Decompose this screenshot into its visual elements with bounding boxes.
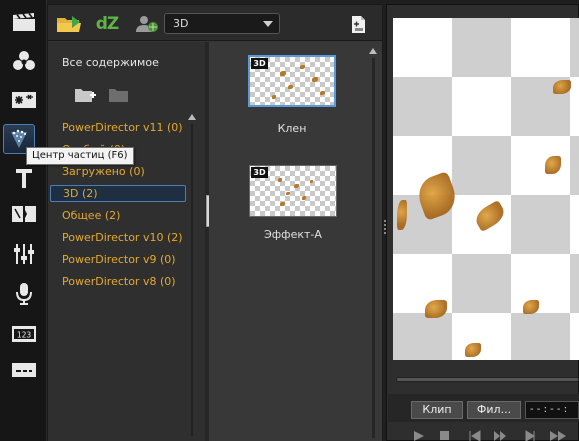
preview-canvas: [393, 18, 579, 360]
new-particle-icon[interactable]: [348, 13, 370, 35]
clip-mode-button[interactable]: Клип: [411, 401, 463, 419]
room-rail: 123: [0, 0, 47, 441]
leaf-particle: [465, 343, 481, 357]
leaf-particle: [294, 184, 299, 188]
download-content-button[interactable]: dZ: [94, 13, 120, 35]
tooltip: Центр частиц (F6): [26, 147, 134, 165]
mixer-icon[interactable]: [6, 240, 41, 268]
thumbnail-effect-a[interactable]: 3D: [249, 165, 337, 217]
leaf-particle: [280, 71, 286, 76]
chevron-down-icon: [263, 21, 273, 27]
leaf-particle: [312, 77, 318, 82]
category-scrollbar[interactable]: [188, 114, 198, 439]
playback-controls: [388, 425, 579, 441]
scroll-track[interactable]: [191, 124, 193, 436]
leaf-particle: [272, 95, 276, 99]
scroll-up-icon[interactable]: [369, 48, 377, 54]
category-item[interactable]: PowerDirector v11 (0): [62, 120, 183, 136]
thumbnail-label: Клен: [277, 122, 307, 135]
badge-3d: 3D: [251, 58, 268, 69]
content-grid: 3D Клен 3D Эффект-A: [209, 42, 382, 441]
film-mode-button[interactable]: Фил...: [467, 401, 521, 419]
app-window: 123 Центр частиц (F6) dZ 3D Все содержим…: [0, 0, 579, 441]
chapter-icon[interactable]: 123: [6, 320, 41, 348]
leaf-particle: [413, 171, 461, 221]
microphone-icon[interactable]: [6, 280, 41, 308]
leaf-particle: [300, 65, 305, 69]
badge-3d: 3D: [251, 167, 268, 178]
seek-bar[interactable]: [396, 377, 579, 382]
download-user-icon[interactable]: [134, 13, 160, 35]
svg-text:123: 123: [16, 331, 31, 340]
category-item[interactable]: Загружено (0): [62, 164, 145, 180]
content-scrollbar[interactable]: [369, 48, 379, 438]
category-item[interactable]: PowerDirector v10 (2): [62, 230, 183, 246]
category-title: Все содержимое: [62, 56, 159, 69]
category-item[interactable]: PowerDirector v9 (0): [62, 252, 176, 268]
leaf-particle: [320, 91, 325, 95]
filter-dropdown[interactable]: 3D: [164, 13, 280, 34]
leaf-particle: [310, 180, 313, 183]
pip-objects-icon[interactable]: [6, 86, 41, 114]
leaf-particle: [545, 156, 561, 174]
timecode-display: - - : - - :: [525, 401, 579, 419]
clapperboard-icon[interactable]: [6, 8, 41, 36]
title-icon[interactable]: [6, 164, 41, 192]
leaf-particle: [553, 80, 571, 94]
playback-icons: [414, 430, 566, 441]
scroll-up-icon[interactable]: [188, 114, 196, 120]
leaf-particle: [278, 178, 282, 182]
leaf-particle: [523, 300, 539, 314]
folder-icon[interactable]: [108, 86, 130, 108]
category-item[interactable]: PowerDirector v8 (0): [62, 274, 176, 290]
leaf-particle: [302, 196, 306, 200]
leaf-particle: [288, 85, 293, 89]
scroll-track[interactable]: [372, 58, 375, 438]
library-toolbar: dZ 3D: [48, 5, 382, 41]
effects-icon[interactable]: [6, 48, 41, 76]
filter-value: 3D: [173, 17, 189, 30]
leaf-particle: [280, 202, 285, 206]
folder-import-icon[interactable]: [56, 13, 84, 35]
category-panel: Все содержимое PowerDirector v11 (0) Осо…: [48, 42, 205, 441]
leaf-particle: [286, 192, 290, 195]
leaf-particle: [425, 300, 447, 318]
thumbnail-label: Эффект-A: [264, 228, 322, 241]
category-item[interactable]: Общее (2): [62, 208, 120, 224]
subtitle-icon[interactable]: [6, 356, 41, 384]
transition-icon[interactable]: [6, 200, 41, 228]
dz-label: dZ: [95, 14, 119, 34]
thumbnail-maple[interactable]: 3D: [248, 55, 336, 107]
leaf-particle: [397, 200, 407, 230]
add-folder-icon[interactable]: [74, 86, 96, 108]
library-panel: dZ 3D Все содержимое PowerDirector v11 (: [47, 4, 383, 441]
leaf-particle: [472, 199, 508, 233]
category-item-selected[interactable]: 3D (2): [50, 185, 186, 202]
